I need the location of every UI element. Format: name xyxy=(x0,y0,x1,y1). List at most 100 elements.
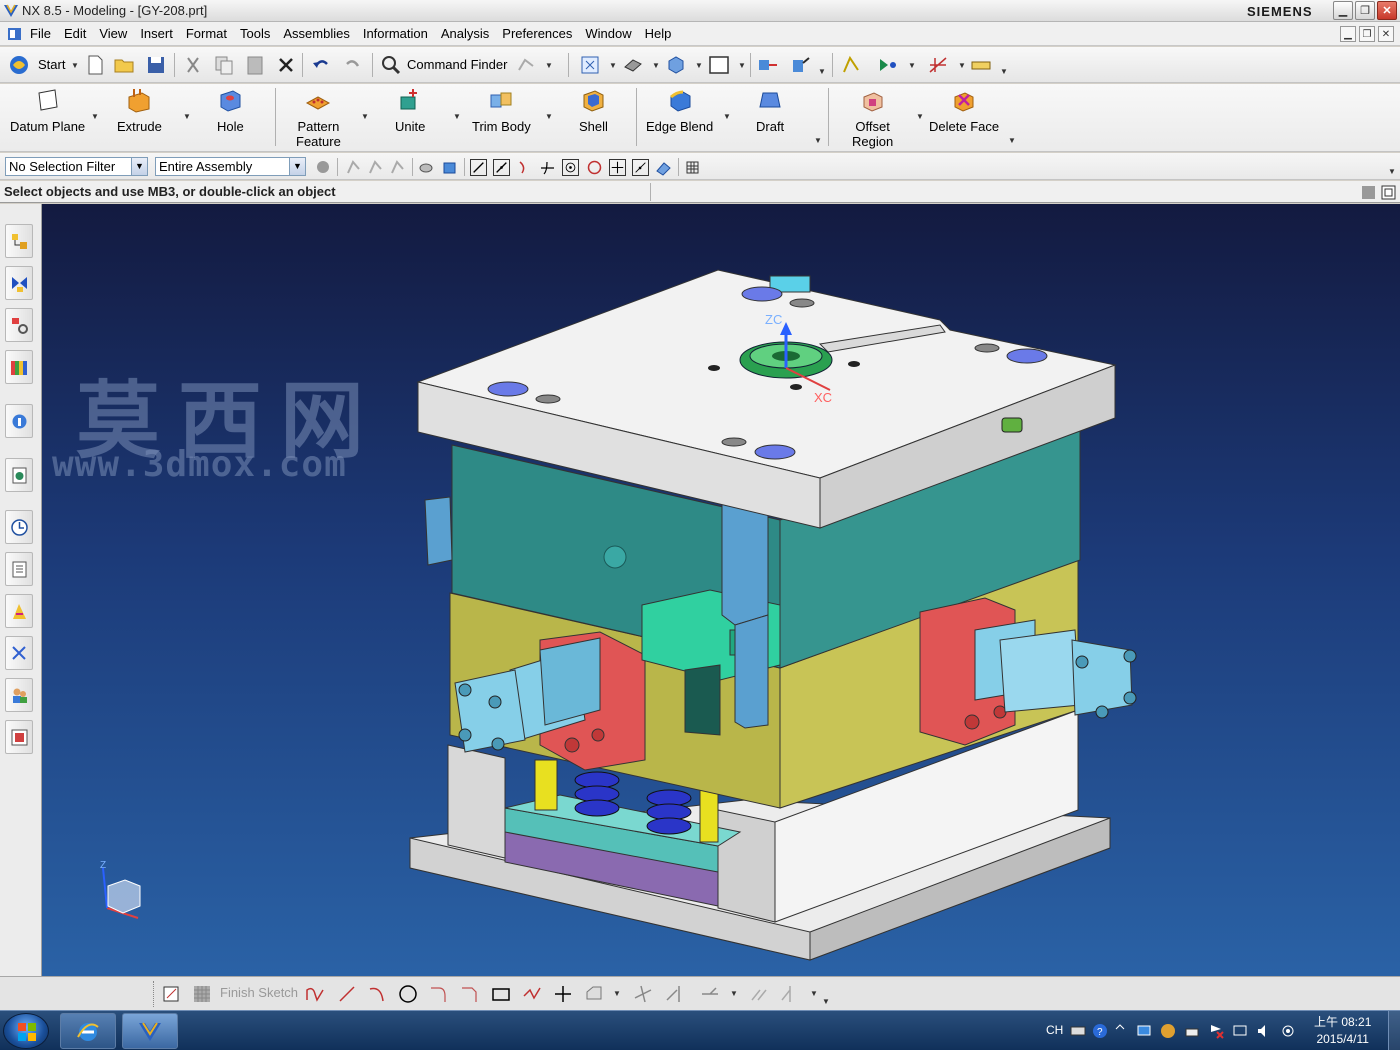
analysis-icon[interactable] xyxy=(840,54,862,76)
extrude-button[interactable]: Extrude xyxy=(117,87,162,134)
full-screen-icon[interactable] xyxy=(1381,185,1396,200)
select-component-icon[interactable] xyxy=(441,159,458,176)
menu-view[interactable]: View xyxy=(99,26,127,41)
pattern-feature-button[interactable]: Pattern Feature xyxy=(296,87,341,149)
pattern-dropdown-icon[interactable]: ▼ xyxy=(361,112,369,121)
arc-icon[interactable] xyxy=(367,984,387,1004)
hole-button[interactable]: Hole xyxy=(217,87,244,134)
snap-dropdown-icon[interactable]: ▼ xyxy=(908,61,916,70)
background-dropdown-icon[interactable]: ▼ xyxy=(738,61,746,70)
start-icon[interactable] xyxy=(8,54,30,76)
menu-edit[interactable]: Edit xyxy=(64,26,86,41)
measure-icon[interactable] xyxy=(970,54,992,76)
render-dropdown-icon[interactable]: ▼ xyxy=(652,61,660,70)
mdi-restore-button[interactable]: ❐ xyxy=(1359,26,1375,42)
rectangle-icon[interactable] xyxy=(491,984,511,1004)
menu-window[interactable]: Window xyxy=(585,26,631,41)
graphics-window[interactable]: 莫西网 www.3dmox.com ZC XC Z xyxy=(42,204,1400,976)
offset-curve-icon[interactable] xyxy=(584,984,604,1004)
command-finder-button[interactable]: Command Finder xyxy=(407,57,507,72)
selection-scope-select[interactable]: Entire Assembly ▼ xyxy=(155,157,306,176)
edge-blend-dropdown-icon[interactable]: ▼ xyxy=(723,112,731,121)
resource-tab-manufacturing-wizards[interactable] xyxy=(5,636,33,670)
snap-midpoint-icon[interactable] xyxy=(493,159,510,176)
feature-group-dropdown-icon[interactable]: ▼ xyxy=(814,136,822,145)
quick-pick-icon[interactable] xyxy=(684,159,701,176)
toolbar-options-icon[interactable]: ▼ xyxy=(545,61,553,70)
close-button[interactable]: ✕ xyxy=(1377,1,1397,20)
select-faces-icon[interactable] xyxy=(389,159,406,176)
mdi-minimize-button[interactable]: ▁ xyxy=(1340,26,1356,42)
edit-curve-dropdown-icon[interactable]: ▼ xyxy=(730,989,738,998)
menu-information[interactable]: Information xyxy=(363,26,428,41)
touch-mode-icon[interactable] xyxy=(515,54,537,76)
unite-button[interactable]: Unite xyxy=(395,87,425,134)
status-window-icon[interactable] xyxy=(1361,185,1376,200)
sketch-icon[interactable] xyxy=(162,984,182,1004)
chamfer-icon[interactable] xyxy=(460,984,480,1004)
new-file-icon[interactable] xyxy=(84,54,106,76)
snap-point-on-face-icon[interactable] xyxy=(655,159,672,176)
help-icon[interactable]: ? xyxy=(1092,1023,1108,1039)
rendering-style-icon[interactable] xyxy=(622,54,644,76)
display-icon[interactable] xyxy=(1232,1023,1248,1039)
datum-plane-dropdown-icon[interactable]: ▼ xyxy=(91,112,99,121)
snap-quadrant-icon[interactable] xyxy=(586,159,603,176)
command-finder-icon[interactable] xyxy=(380,54,402,76)
fillet-icon[interactable] xyxy=(429,984,449,1004)
save-icon[interactable] xyxy=(145,54,167,76)
mdi-close-button[interactable]: ✕ xyxy=(1378,26,1394,42)
paste-icon[interactable] xyxy=(244,54,266,76)
resource-tab-assembly-navigator[interactable] xyxy=(5,224,33,258)
quick-extend-icon[interactable] xyxy=(665,984,685,1004)
system-clock[interactable]: 上午 08:21 2015/4/11 xyxy=(1314,1014,1371,1048)
resource-tab-reuse-library[interactable] xyxy=(5,350,33,384)
start-orb-button[interactable] xyxy=(3,1013,49,1049)
start-dropdown-icon[interactable]: ▼ xyxy=(71,61,79,70)
menu-insert[interactable]: Insert xyxy=(140,26,173,41)
snap-endpoint-icon[interactable] xyxy=(470,159,487,176)
curve-dropdown-icon[interactable]: ▼ xyxy=(613,989,621,998)
datum-plane-button[interactable]: Datum Plane xyxy=(10,87,85,134)
mold-assembly-model[interactable] xyxy=(42,204,1400,976)
app-menu-icon[interactable] xyxy=(7,27,22,41)
move-component-icon[interactable] xyxy=(790,54,812,76)
selection-filter-select[interactable]: No Selection Filter ▼ xyxy=(5,157,148,176)
cut-icon[interactable] xyxy=(182,54,204,76)
constraint-dropdown-icon[interactable]: ▼ xyxy=(810,989,818,998)
redo-icon[interactable] xyxy=(342,54,364,76)
resource-tab-hd3d-tools[interactable] xyxy=(5,404,33,438)
action-center-icon[interactable] xyxy=(1208,1023,1224,1039)
make-corner-icon[interactable] xyxy=(700,984,720,1004)
view-dropdown-icon[interactable]: ▼ xyxy=(609,61,617,70)
assembly-dropdown-icon[interactable]: ▼ xyxy=(818,67,826,76)
network-icon[interactable] xyxy=(1136,1023,1152,1039)
line-icon[interactable] xyxy=(337,984,357,1004)
restore-button[interactable]: ❐ xyxy=(1355,1,1375,20)
orient-dropdown-icon[interactable]: ▼ xyxy=(695,61,703,70)
menu-format[interactable]: Format xyxy=(186,26,227,41)
shell-button[interactable]: Shell xyxy=(579,87,608,134)
open-folder-icon[interactable] xyxy=(113,54,135,76)
trim-body-dropdown-icon[interactable]: ▼ xyxy=(545,112,553,121)
menu-preferences[interactable]: Preferences xyxy=(502,26,572,41)
input-language-indicator[interactable]: CH xyxy=(1046,1023,1063,1037)
menu-assemblies[interactable]: Assemblies xyxy=(283,26,349,41)
auto-constrain-icon[interactable] xyxy=(780,984,800,1004)
select-body-icon[interactable] xyxy=(418,159,435,176)
menu-tools[interactable]: Tools xyxy=(240,26,270,41)
volume-icon[interactable] xyxy=(1256,1023,1272,1039)
constraints-icon[interactable] xyxy=(750,984,770,1004)
general-selection-icon[interactable] xyxy=(315,159,332,176)
show-desktop-button[interactable] xyxy=(1388,1011,1400,1050)
resource-tab-system-scene[interactable] xyxy=(5,720,33,754)
taskbar-nx[interactable] xyxy=(122,1013,178,1049)
wcs-icon[interactable] xyxy=(927,54,949,76)
resource-tab-system-materials[interactable] xyxy=(5,552,33,586)
taskbar-internet-explorer[interactable] xyxy=(60,1013,116,1049)
undo-icon[interactable] xyxy=(310,54,332,76)
snap-control-point-icon[interactable] xyxy=(516,159,533,176)
circle-icon[interactable] xyxy=(398,984,418,1004)
polygon-icon[interactable] xyxy=(522,984,542,1004)
selection-bar-options-icon[interactable]: ▼ xyxy=(1388,167,1396,176)
